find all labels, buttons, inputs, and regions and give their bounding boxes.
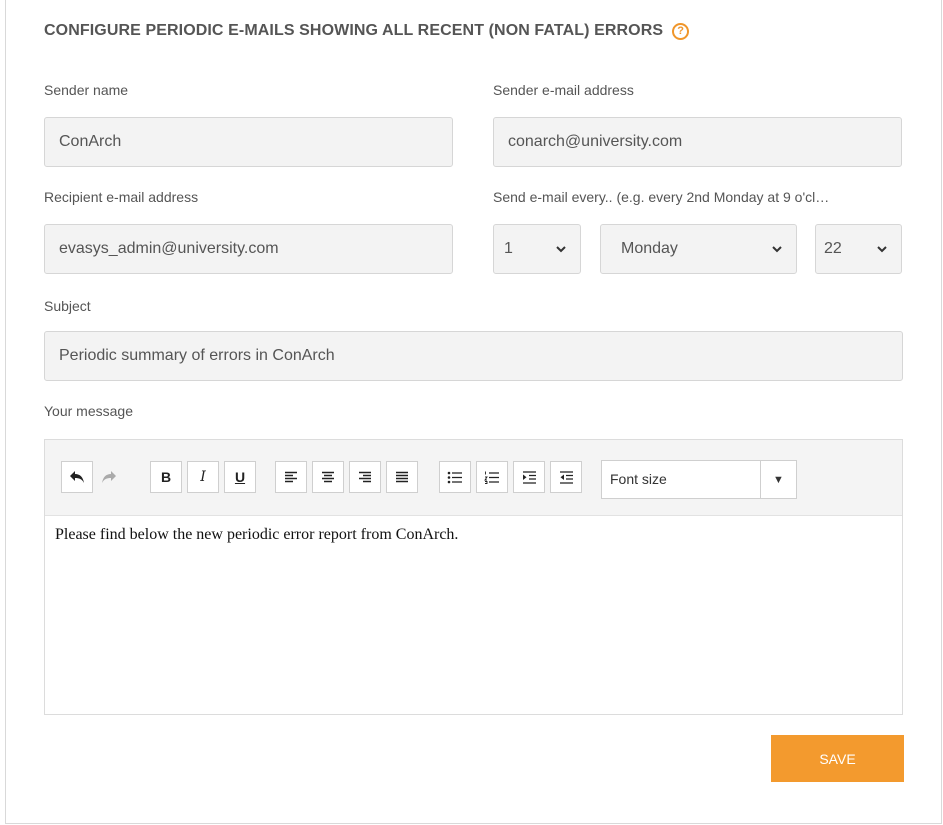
- page-title: CONFIGURE PERIODIC E-MAILS SHOWING ALL R…: [44, 22, 690, 40]
- rich-text-editor: B I U Font size ▼ Please find below the …: [44, 439, 903, 715]
- sender-name-label: Sender name: [44, 82, 129, 98]
- list-group: [439, 461, 587, 493]
- align-justify-icon: [396, 471, 408, 483]
- hour-select-value: 22: [824, 240, 842, 257]
- chevron-down-icon: [877, 246, 887, 253]
- align-justify-button[interactable]: [386, 461, 418, 493]
- undo-icon: [70, 471, 84, 483]
- help-icon[interactable]: ?: [672, 22, 690, 40]
- align-group: [275, 461, 423, 493]
- interval-select[interactable]: 1: [493, 224, 581, 274]
- history-group: [61, 461, 130, 493]
- font-size-select[interactable]: Font size ▼: [601, 460, 797, 499]
- sender-email-label: Sender e-mail address: [493, 82, 634, 98]
- weekday-select-value: Monday: [621, 240, 678, 257]
- sender-name-input[interactable]: ConArch: [44, 117, 453, 167]
- bold-button[interactable]: B: [150, 461, 182, 493]
- message-label: Your message: [44, 403, 133, 419]
- chevron-down-icon: [772, 246, 782, 253]
- align-left-button[interactable]: [275, 461, 307, 493]
- sender-email-input[interactable]: conarch@university.com: [493, 117, 902, 167]
- dropdown-arrow-icon[interactable]: ▼: [760, 461, 796, 498]
- italic-button[interactable]: I: [187, 461, 219, 493]
- underline-button[interactable]: U: [224, 461, 256, 493]
- hour-select[interactable]: 22: [815, 224, 902, 274]
- align-right-button[interactable]: [349, 461, 381, 493]
- recipient-email-input[interactable]: evasys_admin@university.com: [44, 224, 453, 274]
- format-group: B I U: [150, 461, 261, 493]
- outdent-button[interactable]: [550, 461, 582, 493]
- interval-select-value: 1: [504, 240, 513, 257]
- align-right-icon: [359, 471, 371, 483]
- undo-button[interactable]: [61, 461, 93, 493]
- redo-icon: [102, 471, 116, 483]
- bullet-list-button[interactable]: [439, 461, 471, 493]
- numbered-list-icon: [484, 471, 499, 484]
- message-body[interactable]: Please find below the new periodic error…: [45, 516, 902, 714]
- chevron-down-icon: [556, 246, 566, 253]
- recipient-email-label: Recipient e-mail address: [44, 189, 199, 205]
- numbered-list-button[interactable]: [476, 461, 508, 493]
- align-center-icon: [322, 471, 334, 483]
- weekday-select[interactable]: Monday: [600, 224, 797, 274]
- schedule-label: Send e-mail every.. (e.g. every 2nd Mond…: [493, 189, 830, 205]
- align-center-button[interactable]: [312, 461, 344, 493]
- subject-input[interactable]: Periodic summary of errors in ConArch: [44, 331, 903, 381]
- page-title-text: CONFIGURE PERIODIC E-MAILS SHOWING ALL R…: [44, 22, 664, 39]
- align-left-icon: [285, 471, 297, 483]
- redo-button[interactable]: [93, 461, 125, 493]
- indent-button[interactable]: [513, 461, 545, 493]
- subject-label: Subject: [44, 298, 91, 314]
- editor-toolbar: B I U Font size ▼: [45, 440, 902, 516]
- save-button[interactable]: SAVE: [771, 735, 904, 782]
- error-email-config-panel: CONFIGURE PERIODIC E-MAILS SHOWING ALL R…: [5, 0, 942, 824]
- font-size-placeholder: Font size: [610, 471, 667, 487]
- bullet-list-icon: [447, 471, 462, 483]
- indent-icon: [522, 470, 536, 484]
- outdent-icon: [559, 470, 573, 484]
